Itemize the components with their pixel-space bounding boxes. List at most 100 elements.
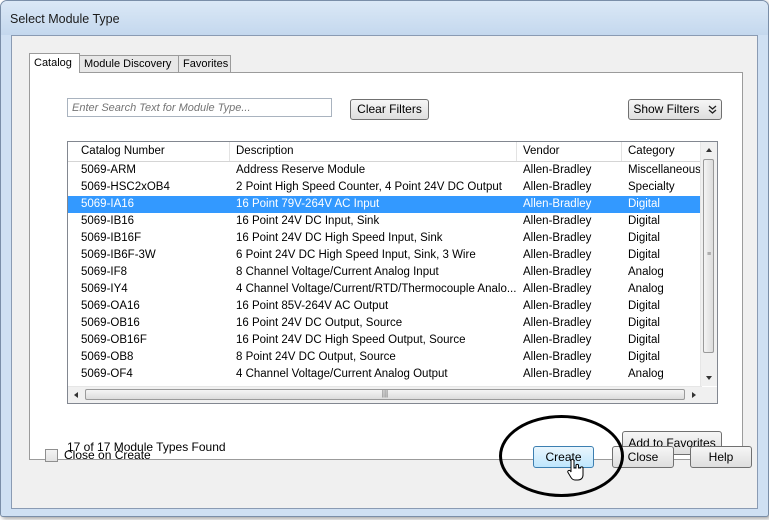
- horizontal-scrollbar[interactable]: |||: [68, 386, 702, 403]
- cell-description: 16 Point 85V-264V AC Output: [236, 300, 389, 312]
- cell-category: Specialty: [628, 181, 675, 193]
- tab-favorites[interactable]: Favorites: [178, 55, 231, 72]
- clear-filters-button[interactable]: Clear Filters: [350, 99, 429, 120]
- cell-category: Analog: [628, 266, 664, 278]
- cell-category: Digital: [628, 300, 660, 312]
- cell-category: Digital: [628, 215, 660, 227]
- cell-category: Digital: [628, 232, 660, 244]
- cell-description: 16 Point 24V DC High Speed Output, Sourc…: [236, 334, 466, 346]
- cell-category: Digital: [628, 351, 660, 363]
- table-row[interactable]: 5069-OB16 16 Point 24V DC Output, Source A…: [68, 315, 702, 332]
- cell-description: 2 Point High Speed Counter, 4 Point 24V …: [236, 181, 502, 193]
- horizontal-scroll-thumb[interactable]: |||: [85, 389, 685, 400]
- help-label: Help: [708, 450, 734, 464]
- scroll-right-arrow-icon[interactable]: [686, 387, 702, 403]
- table-row[interactable]: 5069-IB6F-3W 6 Point 24V DC High Speed In…: [68, 247, 702, 264]
- table-row[interactable]: 5069-ARM Address Reserve Module Allen-Brad…: [68, 162, 702, 179]
- cell-vendor: Allen-Bradley: [523, 368, 592, 380]
- cell-vendor: Allen-Bradley: [523, 266, 592, 278]
- mouse-pointer-icon: [567, 458, 584, 481]
- dialog-window: Select Module Type Catalog Module Discov…: [0, 0, 769, 517]
- table-row[interactable]: 5069-IY4 4 Channel Voltage/Current/RTD/Th…: [68, 281, 702, 298]
- close-on-create-label: Close on Create: [64, 448, 151, 462]
- cell-vendor: Allen-Bradley: [523, 232, 592, 244]
- cell-catalog-number: 5069-OA16: [81, 300, 140, 312]
- cell-catalog-number: 5069-OB16: [81, 317, 140, 329]
- cell-description: 6 Point 24V DC High Speed Input, Sink, 3…: [236, 249, 476, 261]
- title-bar[interactable]: Select Module Type: [1, 1, 768, 35]
- cell-category: Analog: [628, 283, 664, 295]
- search-input[interactable]: [67, 98, 332, 117]
- table-row[interactable]: 5069-IB16F 16 Point 24V DC High Speed Inp…: [68, 230, 702, 247]
- table-row[interactable]: 5069-OA16 16 Point 85V-264V AC Output Alle…: [68, 298, 702, 315]
- cell-vendor: Allen-Bradley: [523, 181, 592, 193]
- cell-vendor: Allen-Bradley: [523, 164, 592, 176]
- cell-description: 16 Point 79V-264V AC Input: [236, 198, 380, 210]
- cell-category: Miscellaneous: [628, 164, 701, 176]
- table-row[interactable]: 5069-IF8 8 Channel Voltage/Current Analog…: [68, 264, 702, 281]
- cell-description: 16 Point 24V DC Output, Source: [236, 317, 403, 329]
- cell-vendor: Allen-Bradley: [523, 198, 592, 210]
- scrollbar-corner: [701, 387, 717, 403]
- cell-catalog-number: 5069-OF4: [81, 368, 133, 380]
- close-on-create-checkbox[interactable]: [45, 449, 58, 462]
- cell-category: Analog: [628, 368, 664, 380]
- cell-category: Digital: [628, 334, 660, 346]
- cell-catalog-number: 5069-IB6F-3W: [81, 249, 156, 261]
- show-filters-label: Show Filters: [633, 102, 700, 116]
- cell-vendor: Allen-Bradley: [523, 300, 592, 312]
- column-header-description[interactable]: Description: [230, 142, 517, 161]
- cell-catalog-number: 5069-OB16F: [81, 334, 147, 346]
- scroll-left-arrow-icon[interactable]: [68, 387, 84, 403]
- cell-description: Address Reserve Module: [236, 164, 366, 176]
- dialog-body: Catalog Module Discovery Favorites Clear…: [11, 35, 758, 509]
- cell-catalog-number: 5069-HSC2xOB4: [81, 181, 170, 193]
- table-row[interactable]: 5069-OF4 4 Channel Voltage/Current Analog…: [68, 366, 702, 383]
- cell-vendor: Allen-Bradley: [523, 283, 592, 295]
- cell-description: 16 Point 24V DC Input, Sink: [236, 215, 380, 227]
- cell-catalog-number: 5069-IA16: [81, 198, 135, 210]
- module-grid: Catalog Number Description Vendor Catego…: [67, 141, 718, 404]
- table-row[interactable]: 5069-IA16 16 Point 79V-264V AC Input Allen…: [68, 196, 702, 213]
- cell-description: 8 Channel Voltage/Current Analog Input: [236, 266, 439, 278]
- cell-catalog-number: 5069-IB16F: [81, 232, 142, 244]
- table-row[interactable]: 5069-HSC2xOB4 2 Point High Speed Counter,…: [68, 179, 702, 196]
- table-row[interactable]: 5069-IB16 16 Point 24V DC Input, Sink Alle…: [68, 213, 702, 230]
- cell-vendor: Allen-Bradley: [523, 317, 592, 329]
- cell-category: Digital: [628, 317, 660, 329]
- column-header-vendor[interactable]: Vendor: [517, 142, 622, 161]
- tab-module-discovery[interactable]: Module Discovery: [79, 55, 179, 72]
- show-filters-button[interactable]: Show Filters: [628, 99, 722, 120]
- cell-catalog-number: 5069-OB8: [81, 351, 134, 363]
- cell-description: 8 Point 24V DC Output, Source: [236, 351, 396, 363]
- grid-header: Catalog Number Description Vendor Catego…: [68, 142, 702, 162]
- help-button[interactable]: Help: [690, 446, 752, 468]
- scroll-grip: ≡: [707, 251, 712, 258]
- tab-catalog[interactable]: Catalog: [29, 53, 80, 73]
- vertical-scroll-thumb[interactable]: ≡: [703, 159, 714, 353]
- cell-vendor: Allen-Bradley: [523, 334, 592, 346]
- cell-vendor: Allen-Bradley: [523, 351, 592, 363]
- cell-description: 4 Channel Voltage/Current Analog Output: [236, 368, 448, 380]
- scroll-up-arrow-icon[interactable]: [701, 142, 717, 158]
- cell-vendor: Allen-Bradley: [523, 215, 592, 227]
- cell-description: 16 Point 24V DC High Speed Input, Sink: [236, 232, 443, 244]
- column-header-category[interactable]: Category: [622, 142, 702, 161]
- cell-category: Digital: [628, 249, 660, 261]
- cell-catalog-number: 5069-IY4: [81, 283, 128, 295]
- table-row[interactable]: 5069-OB8 8 Point 24V DC Output, Source All…: [68, 349, 702, 366]
- double-chevron-down-icon: [708, 105, 717, 114]
- close-label: Close: [627, 450, 659, 464]
- catalog-panel: Clear Filters Show Filters Catalog Numbe…: [29, 72, 743, 460]
- scroll-down-arrow-icon[interactable]: [701, 370, 717, 386]
- table-row[interactable]: 5069-OB16F 16 Point 24V DC High Speed Out…: [68, 332, 702, 349]
- column-header-catalog-number[interactable]: Catalog Number: [68, 142, 230, 161]
- clear-filters-label: Clear Filters: [357, 102, 422, 116]
- vertical-scrollbar[interactable]: ≡: [700, 142, 717, 386]
- window-title: Select Module Type: [10, 12, 120, 26]
- annotation-circle: [499, 415, 624, 497]
- cell-vendor: Allen-Bradley: [523, 249, 592, 261]
- cell-catalog-number: 5069-IB16: [81, 215, 135, 227]
- cell-description: 4 Channel Voltage/Current/RTD/Thermocoup…: [236, 283, 516, 295]
- cell-catalog-number: 5069-IF8: [81, 266, 128, 278]
